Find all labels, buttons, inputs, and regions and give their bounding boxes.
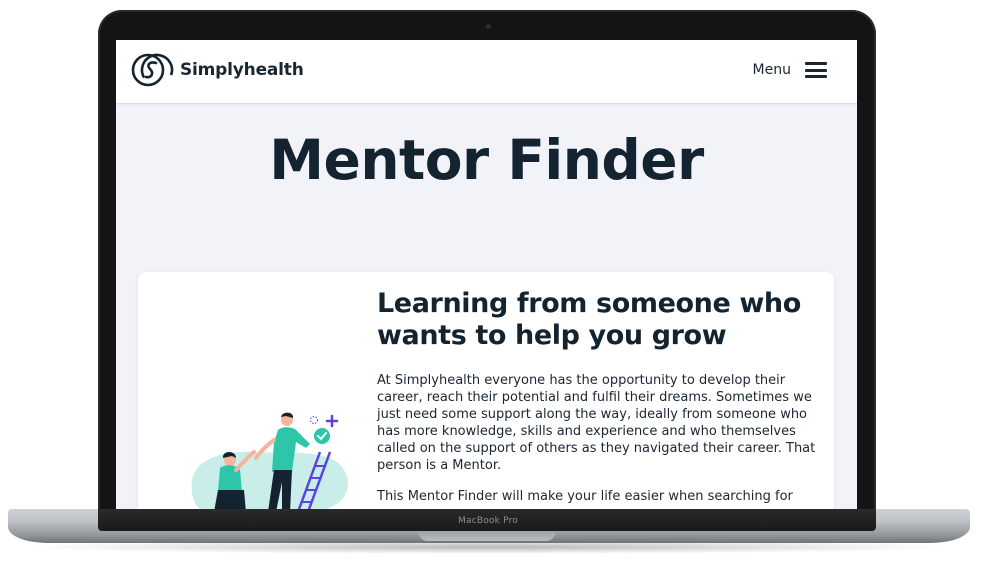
laptop-screen: Simplyhealth Menu Mentor Finder Learning… — [116, 40, 857, 510]
intro-card: Learning from someone who wants to help … — [138, 272, 834, 510]
device-model-label: MacBook Pro — [458, 516, 518, 526]
card-paragraph-finder: This Mentor Finder will make your life e… — [377, 489, 793, 504]
card-heading: Learning from someone who wants to help … — [377, 288, 801, 351]
menu-button[interactable]: Menu — [753, 62, 827, 78]
webcam-icon — [486, 24, 491, 29]
site-header: Simplyhealth Menu — [116, 40, 857, 104]
laptop-notch — [418, 531, 556, 541]
mentor-ladder-illustration-icon — [191, 412, 348, 510]
brand-logo[interactable]: Simplyhealth — [130, 48, 304, 92]
card-paragraph-intro: At Simplyhealth everyone has the opportu… — [377, 373, 816, 473]
brand-name: Simplyhealth — [180, 60, 304, 80]
simplyhealth-logo-icon — [131, 53, 174, 87]
hamburger-menu-icon — [805, 62, 827, 78]
page-title: Mentor Finder — [269, 128, 704, 192]
laptop-mockup: Simplyhealth Menu Mentor Finder Learning… — [0, 0, 985, 575]
menu-label: Menu — [752, 62, 791, 78]
